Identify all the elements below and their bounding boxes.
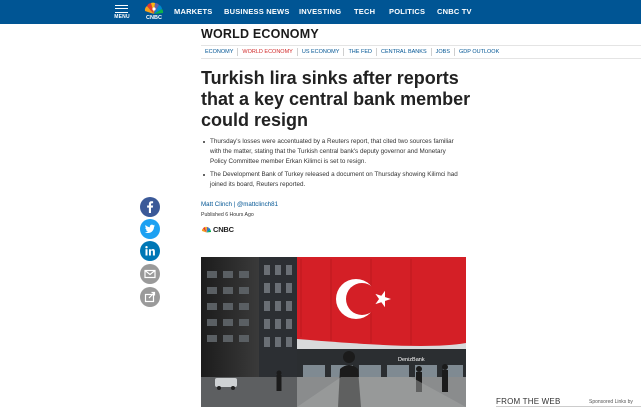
source-tag: CNBC bbox=[201, 224, 234, 234]
share-icon bbox=[144, 291, 156, 303]
turkish-flag-building-image: DenizBank bbox=[201, 257, 466, 407]
article-headline: Turkish lira sinks after reports that a … bbox=[201, 68, 471, 130]
section-title[interactable]: WORLD ECONOMY bbox=[201, 27, 319, 41]
nav-business-news[interactable]: BUSINESS NEWS bbox=[224, 7, 290, 16]
cnbc-logo[interactable]: CNBC bbox=[141, 2, 167, 22]
article-photo[interactable]: DenizBank bbox=[201, 257, 466, 407]
key-point: Thursday's losses were accentuated by a … bbox=[201, 137, 459, 167]
nav-cnbc-tv[interactable]: CNBC TV bbox=[437, 7, 472, 16]
author-byline[interactable]: Matt Clinch | @mattclinch81 bbox=[201, 201, 278, 208]
nav-tech[interactable]: TECH bbox=[354, 7, 375, 16]
from-the-web-heading: FROM THE WEB bbox=[496, 397, 561, 406]
subnav-jobs[interactable]: JOBS bbox=[432, 48, 455, 56]
subnav-gdp-outlook[interactable]: GDP OUTLOOK bbox=[455, 48, 503, 56]
subnav-world-economy[interactable]: WORLD ECONOMY bbox=[238, 48, 298, 56]
top-nav: MENU CNBC MARKETS BUSINESS NEWS INVESTIN… bbox=[0, 0, 641, 24]
sponsored-links-label[interactable]: Sponsored Links by bbox=[589, 399, 633, 405]
key-points-list: Thursday's losses were accentuated by a … bbox=[201, 137, 459, 193]
source-tag-text: CNBC bbox=[213, 224, 234, 234]
peacock-icon bbox=[201, 226, 212, 232]
subnav-central-banks[interactable]: CENTRAL BANKS bbox=[377, 48, 432, 56]
share-print-button[interactable] bbox=[140, 287, 160, 307]
share-twitter-button[interactable] bbox=[140, 219, 160, 239]
nav-investing[interactable]: INVESTING bbox=[299, 7, 341, 16]
menu-label: MENU bbox=[114, 14, 130, 20]
subnav-economy[interactable]: ECONOMY bbox=[201, 48, 239, 56]
email-icon bbox=[144, 269, 156, 279]
peacock-icon bbox=[144, 2, 164, 14]
nav-politics[interactable]: POLITICS bbox=[389, 7, 425, 16]
twitter-icon bbox=[144, 224, 155, 233]
key-point: The Development Bank of Turkey released … bbox=[201, 170, 459, 190]
share-facebook-button[interactable] bbox=[140, 197, 160, 217]
menu-button[interactable]: MENU bbox=[112, 3, 132, 21]
hamburger-icon bbox=[115, 5, 128, 13]
subnav-us-economy[interactable]: US ECONOMY bbox=[298, 48, 345, 56]
subnav-the-fed[interactable]: THE FED bbox=[344, 48, 377, 56]
share-linkedin-button[interactable] bbox=[140, 241, 160, 261]
logo-text: CNBC bbox=[146, 15, 162, 21]
nav-markets[interactable]: MARKETS bbox=[174, 7, 212, 16]
subnav: ECONOMY WORLD ECONOMY US ECONOMY THE FED… bbox=[201, 45, 641, 59]
facebook-icon bbox=[147, 201, 154, 213]
linkedin-icon bbox=[145, 246, 155, 256]
bank-sign: DenizBank bbox=[398, 357, 425, 363]
share-email-button[interactable] bbox=[140, 264, 160, 284]
published-time: Published 6 Hours Ago bbox=[201, 212, 254, 218]
